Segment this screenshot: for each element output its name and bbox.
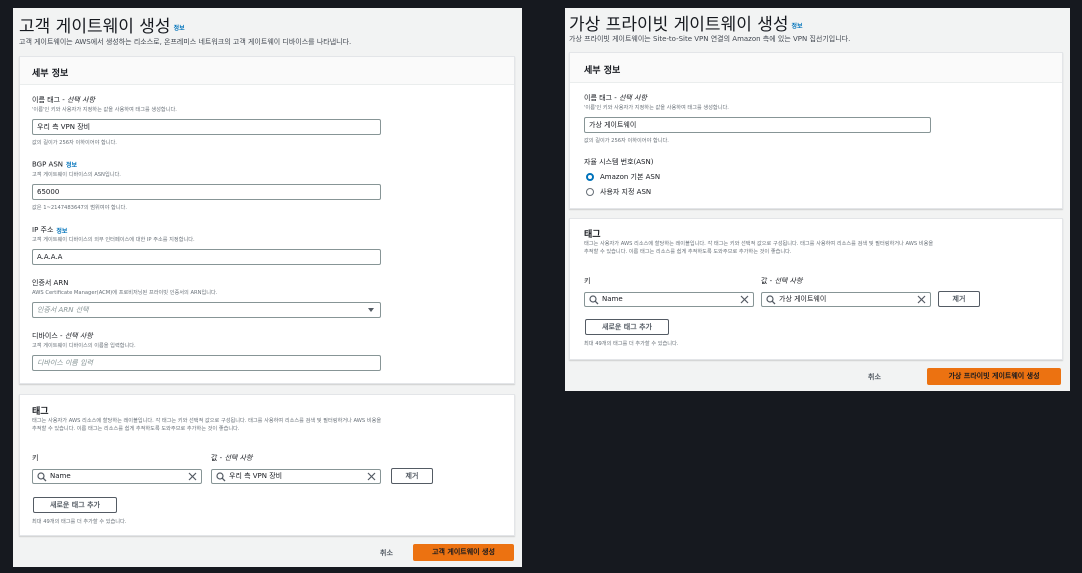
page-title-text: 가상 프라이빗 게이트웨이 생성 xyxy=(569,15,789,35)
device-label: 디바이스 - 선택 사항 xyxy=(32,332,93,340)
details-heading: 세부 정보 xyxy=(32,69,69,79)
tag-value-input[interactable]: 우리 측 VPN 장비 xyxy=(211,469,381,484)
bgp-asn-description: 고객 게이트웨이 디바이스의 ASN입니다. xyxy=(32,172,121,178)
tags-limit-hint: 최대 49개의 태그를 더 추가할 수 있습니다. xyxy=(32,519,127,525)
create-virtual-private-gateway-panel: 가상 프라이빗 게이트웨이 생성 정보 가상 프라이빗 게이트웨이는 Site-t… xyxy=(565,8,1070,391)
ip-address-label: IP 주소 정보 xyxy=(32,225,67,235)
name-tag-label: 이름 태그 - 선택 사항 xyxy=(32,96,95,104)
add-tag-button[interactable]: 새로운 태그 추가 xyxy=(585,319,669,335)
bgp-asn-input[interactable]: 65000 xyxy=(32,184,381,200)
name-tag-input[interactable]: 가상 게이트웨이 xyxy=(584,117,931,133)
create-customer-gateway-panel: 고객 게이트웨이 생성 정보 고객 게이트웨이는 AWS에서 생성하는 리소스로,… xyxy=(13,8,522,567)
optional-text: 선택 사항 xyxy=(66,96,95,104)
tags-limit-hint: 최대 49개의 태그를 더 추가할 수 있습니다. xyxy=(584,341,679,347)
name-tag-description: '이름'인 키와 사용자가 지정하는 값을 사용하여 태그를 생성합니다. xyxy=(32,107,177,113)
name-tag-hint: 값의 길이가 256자 이하이어야 합니다. xyxy=(584,138,669,144)
tags-heading: 태그 xyxy=(584,230,601,240)
name-tag-input[interactable]: 우리 측 VPN 장비 xyxy=(32,119,381,135)
tags-description-line1: 태그는 사용자가 AWS 리소스에 할당하는 레이블입니다. 각 태그는 키와 … xyxy=(584,241,934,247)
tag-value-input[interactable]: 가상 게이트웨이 xyxy=(761,292,931,307)
bgp-asn-label: BGP ASN 정보 xyxy=(32,160,77,170)
cancel-button[interactable]: 취소 xyxy=(868,372,881,382)
asn-radio-amazon[interactable] xyxy=(586,173,594,181)
add-tag-button[interactable]: 새로운 태그 추가 xyxy=(33,497,117,513)
details-card-header: 세부 정보 xyxy=(20,57,514,85)
page-title: 가상 프라이빗 게이트웨이 생성 정보 xyxy=(569,10,803,35)
remove-tag-button[interactable]: 제거 xyxy=(391,468,433,484)
certificate-arn-label: 인증서 ARN xyxy=(32,279,69,287)
optional-text: 선택 사항 xyxy=(64,332,93,340)
create-virtual-private-gateway-button[interactable]: 가상 프라이빗 게이트웨이 생성 xyxy=(927,368,1061,385)
tags-card: 태그 태그는 사용자가 AWS 리소스에 할당하는 레이블입니다. 각 태그는 … xyxy=(569,218,1063,360)
search-icon xyxy=(216,472,226,482)
tag-value-label: 값 - 선택 사항 xyxy=(211,454,253,462)
bgp-asn-label-text: BGP ASN xyxy=(32,160,64,169)
search-icon xyxy=(766,295,776,305)
details-card: 세부 정보 이름 태그 - 선택 사항 '이름'인 키와 사용자가 지정하는 값… xyxy=(19,56,515,384)
create-customer-gateway-button[interactable]: 고객 게이트웨이 생성 xyxy=(413,544,514,561)
clear-icon[interactable] xyxy=(739,294,750,305)
name-tag-label-text: 이름 태그 xyxy=(584,94,612,102)
tag-key-label: 키 xyxy=(32,454,39,462)
bgp-asn-hint: 값은 1~2147483647의 범위여야 합니다. xyxy=(32,205,127,211)
remove-tag-button[interactable]: 제거 xyxy=(938,291,980,307)
search-icon xyxy=(37,472,47,482)
details-card-header: 세부 정보 xyxy=(570,53,1062,83)
tag-key-input[interactable]: Name xyxy=(32,469,202,484)
tag-key-label: 키 xyxy=(584,277,591,285)
tag-value-value: 우리 측 VPN 장비 xyxy=(229,472,283,480)
page-subtitle: 가상 프라이빗 게이트웨이는 Site-to-Site VPN 연결의 Amaz… xyxy=(569,35,851,43)
info-link[interactable]: 정보 xyxy=(174,25,185,32)
tag-key-input[interactable]: Name xyxy=(584,292,754,307)
certificate-arn-placeholder: 인증서 ARN 선택 xyxy=(37,306,89,314)
device-label-text: 디바이스 xyxy=(32,332,58,340)
details-heading: 세부 정보 xyxy=(584,66,621,76)
ip-address-label-text: IP 주소 xyxy=(32,226,54,234)
caret-down-icon xyxy=(368,308,374,312)
device-description: 고객 게이트웨이 디바이스의 이름을 입력합니다. xyxy=(32,343,136,349)
tag-value-label: 값 - 선택 사항 xyxy=(761,277,803,285)
search-icon xyxy=(589,295,599,305)
tags-description-line2: 추적할 수 있습니다. 이름 태그는 리소스를 쉽게 추적하도록 도와주므로 추… xyxy=(584,249,792,255)
optional-text: 선택 사항 xyxy=(774,277,803,285)
certificate-arn-description: AWS Certificate Manager(ACM)에 프로비저닝된 프라이… xyxy=(32,290,218,296)
info-link[interactable]: 정보 xyxy=(66,162,77,169)
name-tag-label: 이름 태그 - 선택 사항 xyxy=(584,94,647,102)
page-subtitle: 고객 게이트웨이는 AWS에서 생성하는 리소스로, 온프레미스 네트워크의 고… xyxy=(19,38,352,46)
page-title-text: 고객 게이트웨이 생성 xyxy=(19,17,171,37)
asn-option-amazon-label: Amazon 기본 ASN xyxy=(600,173,661,181)
tag-key-value: Name xyxy=(602,295,623,303)
details-card: 세부 정보 이름 태그 - 선택 사항 '이름'인 키와 사용자가 지정하는 값… xyxy=(569,52,1063,209)
clear-icon[interactable] xyxy=(187,471,198,482)
name-tag-label-text: 이름 태그 xyxy=(32,96,60,104)
ip-address-description: 고객 게이트웨이 디바이스의 외부 인터페이스에 대한 IP 주소를 지정합니다… xyxy=(32,237,195,243)
page-title: 고객 게이트웨이 생성 정보 xyxy=(19,12,185,37)
tags-heading: 태그 xyxy=(32,407,49,417)
asn-label: 자율 시스템 번호(ASN) xyxy=(584,158,654,166)
cancel-button[interactable]: 취소 xyxy=(380,548,393,558)
asn-radio-custom[interactable] xyxy=(586,188,594,196)
tags-description-line1: 태그는 사용자가 AWS 리소스에 할당하는 레이블입니다. 각 태그는 키와 … xyxy=(32,418,382,424)
name-tag-hint: 값의 길이가 256자 이하이어야 합니다. xyxy=(32,140,117,146)
tag-value-label-text: 값 xyxy=(761,277,768,285)
device-name-input[interactable]: 디바이스 이름 입력 xyxy=(32,355,381,371)
tags-description-line2: 추적할 수 있습니다. 이름 태그는 리소스를 쉽게 추적하도록 도와주므로 추… xyxy=(32,426,240,432)
ip-address-input[interactable]: A.A.A.A xyxy=(32,249,381,265)
tag-key-value: Name xyxy=(50,472,71,480)
optional-text: 선택 사항 xyxy=(224,454,253,462)
info-link[interactable]: 정보 xyxy=(56,228,67,235)
certificate-arn-select[interactable]: 인증서 ARN 선택 xyxy=(32,302,381,318)
clear-icon[interactable] xyxy=(366,471,377,482)
tags-card: 태그 태그는 사용자가 AWS 리소스에 할당하는 레이블입니다. 각 태그는 … xyxy=(19,394,515,536)
optional-text: 선택 사항 xyxy=(618,94,647,102)
asn-option-custom-label: 사용자 지정 ASN xyxy=(600,188,652,196)
name-tag-description: '이름'인 키와 사용자가 지정하는 값을 사용하여 태그를 생성합니다. xyxy=(584,105,729,111)
clear-icon[interactable] xyxy=(916,294,927,305)
tag-value-label-text: 값 xyxy=(211,454,218,462)
info-link[interactable]: 정보 xyxy=(792,23,803,30)
tag-value-value: 가상 게이트웨이 xyxy=(779,295,827,303)
